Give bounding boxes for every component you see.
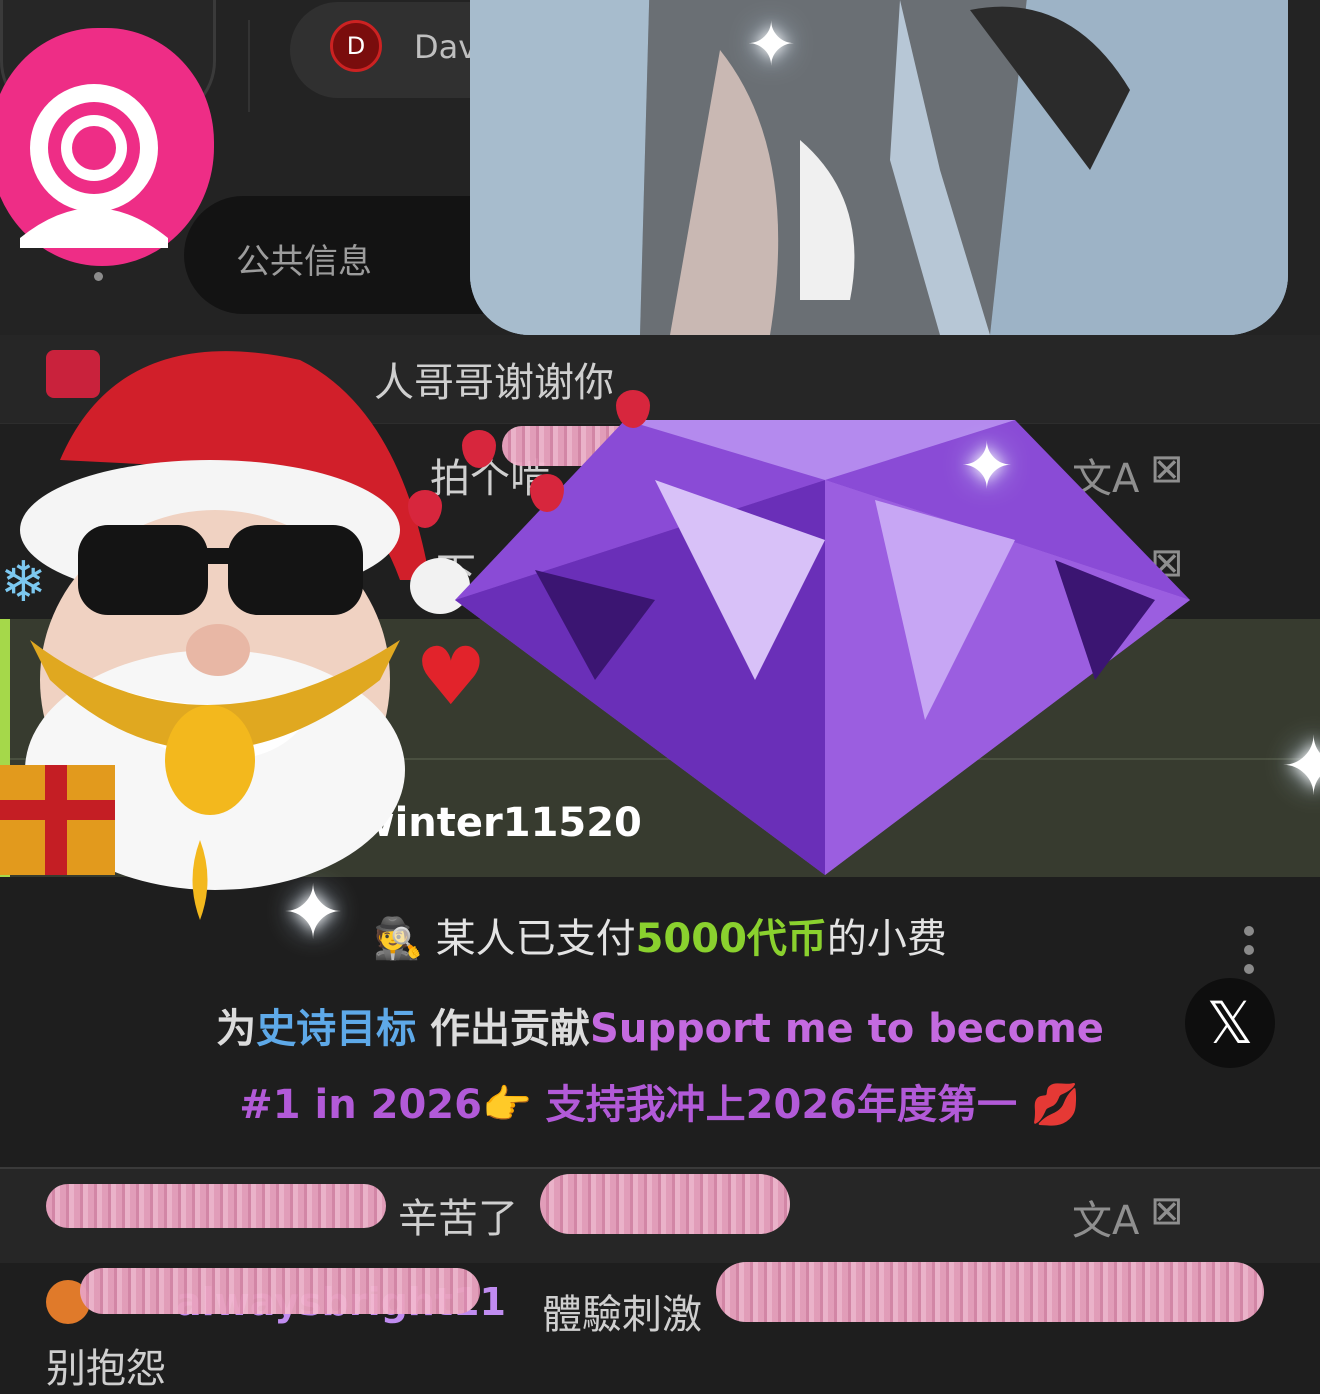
report-icon[interactable]: ⊠ (1150, 1188, 1184, 1234)
sparkle-decoration: ✦ (960, 430, 1014, 504)
santa-sticker-svg (0, 351, 470, 920)
snowflake-icon: ❄ (0, 550, 47, 615)
redacted-text (540, 1174, 790, 1234)
redacted-text (716, 1262, 1264, 1322)
epic-goal-link[interactable]: 史诗目标 (256, 1006, 416, 1052)
santa-sticker (0, 320, 470, 930)
user-avatar[interactable]: D (330, 20, 382, 72)
status-dot (94, 272, 103, 281)
tip-suffix: 的小费 (826, 916, 947, 962)
tip-text: 为 (216, 1006, 257, 1052)
sparkle-decoration: ✦ (1280, 720, 1320, 813)
chat-message: 辛苦了 (398, 1196, 518, 1242)
diamond-sticker (455, 420, 1190, 875)
video-frame (470, 0, 1288, 335)
translate-icon[interactable]: 文A (1072, 1188, 1139, 1246)
tip-text: Support me to become (590, 1006, 1104, 1052)
webcam-logo-svg (20, 84, 168, 248)
x-icon[interactable]: 𝕏 (1185, 978, 1275, 1068)
sparkle-decoration: ✦ (746, 10, 797, 80)
divider (248, 20, 250, 112)
diamond-sticker-svg (455, 420, 1190, 875)
tab-public-messages-label: 公共信息 (236, 242, 372, 282)
chat-message: 體驗刺激 (542, 1292, 702, 1338)
redacted-text (80, 1268, 480, 1314)
tip-amount: 5000代币 (635, 916, 827, 962)
kebab-menu-icon[interactable] (1244, 926, 1256, 983)
tip-line-3: #1 in 2026👉 支持我冲上2026年度第一 💋 (0, 1072, 1320, 1130)
user-name: Dav (414, 28, 478, 66)
tip-line-2: 为史诗目标 作出贡献Support me to become (0, 996, 1320, 1054)
redacted-text (46, 1184, 386, 1228)
chat-message-continued: 别抱怨 (46, 1346, 166, 1392)
tip-text: #1 in 2026 (239, 1082, 482, 1128)
heart-icon: ♥ (415, 630, 487, 723)
tip-text: 👉 支持我冲上2026年度第一 💋 (481, 1082, 1081, 1128)
video-preview[interactable]: ✦ (470, 0, 1288, 335)
sparkle-decoration: ✦ (282, 870, 345, 956)
webcam-logo-icon (0, 28, 214, 266)
tip-text: 作出贡献 (416, 1006, 591, 1052)
